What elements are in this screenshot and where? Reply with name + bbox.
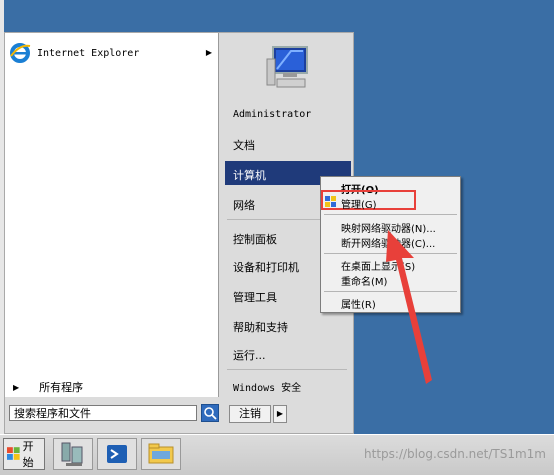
search-button[interactable]	[201, 404, 219, 422]
ie-icon	[10, 43, 31, 63]
all-programs-label: 所有程序	[39, 381, 84, 394]
pinned-item-internet-explorer[interactable]: Internet Explorer ▶	[9, 39, 214, 67]
taskbar: 开始 https://blog.csdn.net/TS1m1m	[0, 434, 554, 475]
server-manager-icon	[61, 442, 83, 466]
user-computer-icon	[266, 46, 308, 88]
ctx-manage[interactable]: 管理(G)	[341, 196, 377, 211]
separator	[227, 369, 347, 370]
separator	[324, 291, 457, 292]
ctx-properties[interactable]: 属性(R)	[341, 296, 376, 311]
windows-security-item[interactable]: Windows 安全	[233, 379, 301, 394]
separator	[324, 253, 457, 254]
start-label: 开始	[22, 440, 34, 469]
logout-button[interactable]: 注销	[229, 405, 271, 423]
shield-icon	[325, 196, 336, 207]
shutdown-options-button[interactable]: ▶	[273, 405, 287, 423]
start-menu: Internet Explorer ▶ ▶ 所有程序 搜索程序和文件 Admin…	[4, 32, 354, 434]
devices-printers-item[interactable]: 设备和打印机	[233, 259, 299, 275]
taskbar-powershell[interactable]	[97, 438, 137, 470]
windows-logo-icon	[7, 447, 20, 460]
admin-tools-item[interactable]: 管理工具	[233, 289, 277, 305]
powershell-icon	[107, 445, 127, 463]
help-support-item[interactable]: 帮助和支持	[233, 319, 288, 335]
ctx-rename[interactable]: 重命名(M)	[341, 273, 387, 288]
ctx-map-drive[interactable]: 映射网络驱动器(N)...	[341, 220, 436, 235]
watermark: https://blog.csdn.net/TS1m1m	[364, 447, 546, 461]
run-item[interactable]: 运行...	[233, 347, 266, 363]
ctx-disconnect-drive[interactable]: 断开网络驱动器(C)...	[341, 235, 435, 250]
computer-context-menu: 打开(O) 管理(G) 映射网络驱动器(N)... 断开网络驱动器(C)... …	[320, 176, 461, 313]
submenu-arrow-icon[interactable]: ▶	[206, 48, 212, 57]
start-menu-programs-pane: Internet Explorer ▶ ▶ 所有程序	[5, 33, 219, 397]
separator	[324, 214, 457, 215]
start-search-input[interactable]: 搜索程序和文件	[9, 405, 197, 421]
all-programs-item[interactable]: ▶ 所有程序	[5, 377, 218, 397]
start-button[interactable]: 开始	[3, 438, 45, 470]
computer-item-label: 计算机	[233, 169, 266, 182]
user-name[interactable]: Administrator	[233, 109, 311, 120]
network-item[interactable]: 网络	[233, 197, 255, 213]
pinned-item-label: Internet Explorer	[37, 47, 140, 59]
documents-item[interactable]: 文档	[233, 137, 255, 153]
ctx-show-on-desktop[interactable]: 在桌面上显示(S)	[341, 258, 415, 273]
control-panel-item[interactable]: 控制面板	[233, 231, 277, 247]
all-programs-arrow-icon: ▶	[13, 382, 20, 392]
search-icon	[204, 407, 217, 420]
taskbar-explorer[interactable]	[141, 438, 181, 470]
taskbar-server-manager[interactable]	[53, 438, 93, 470]
explorer-folder-icon	[148, 443, 174, 464]
